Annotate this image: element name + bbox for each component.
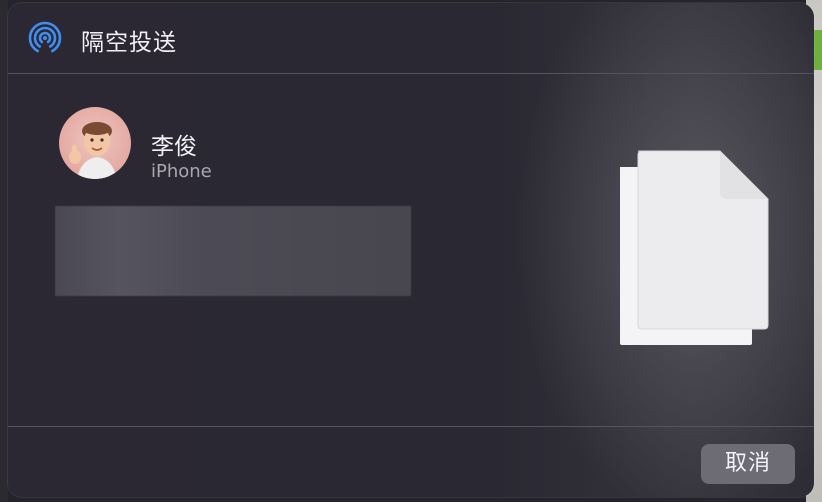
- blurred-content: [55, 206, 411, 296]
- airdrop-sheet: 隔空投送 李俊 iPhone 取消: [8, 3, 814, 497]
- cancel-button[interactable]: 取消: [701, 444, 795, 484]
- airdrop-icon: [28, 21, 62, 55]
- recipient-avatar[interactable]: [59, 107, 131, 179]
- document-stack-icon: [620, 150, 769, 345]
- recipient-name: 李俊: [151, 134, 197, 160]
- memoji-avatar-icon: [69, 122, 117, 179]
- footer-divider: [8, 426, 814, 427]
- recipient-device: iPhone: [151, 161, 212, 182]
- title-bar: 隔空投送: [8, 3, 814, 73]
- dialog-title: 隔空投送: [81, 30, 177, 56]
- title-divider: [8, 73, 814, 74]
